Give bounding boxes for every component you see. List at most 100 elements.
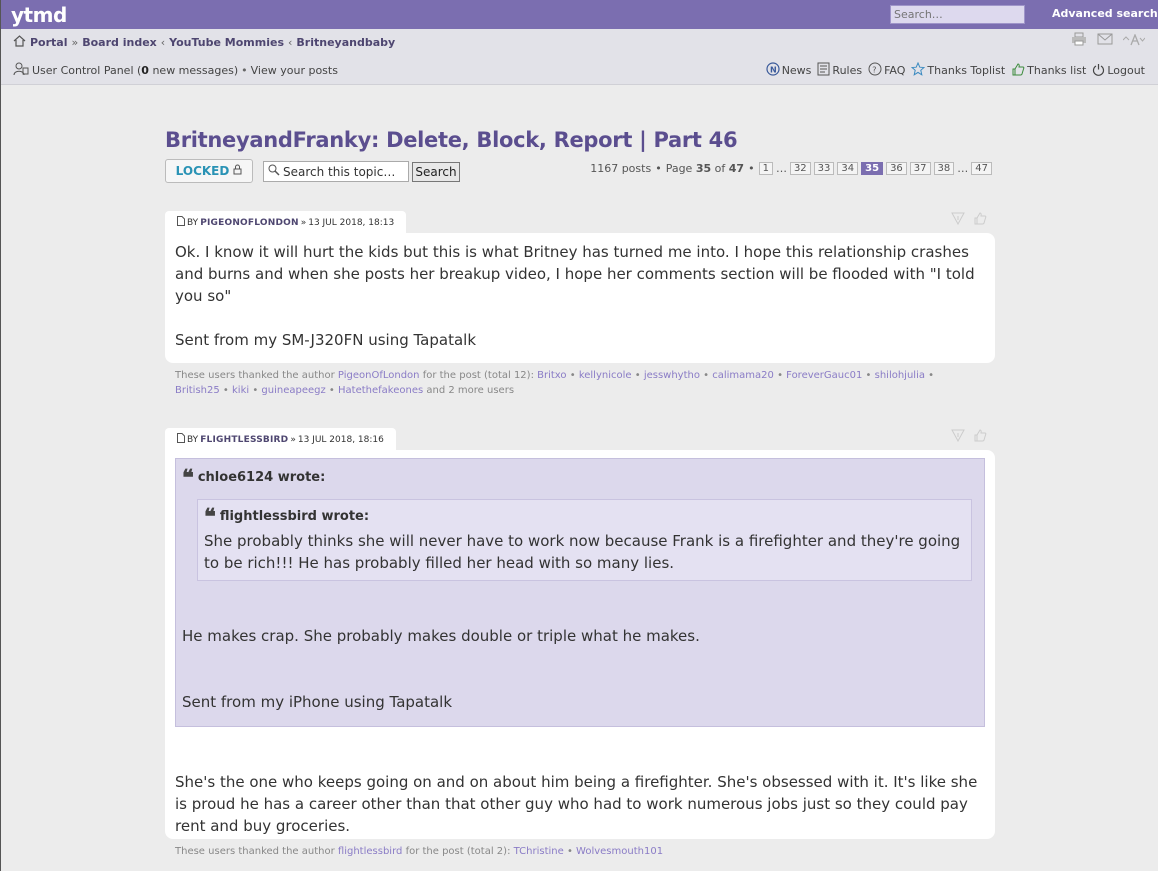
locked-label: LOCKED — [175, 164, 230, 178]
report-icon[interactable] — [951, 211, 965, 229]
page-title: BritneyandFranky: Delete, Block, Report … — [165, 128, 738, 152]
view-your-posts-link[interactable]: View your posts — [251, 64, 338, 77]
breadcrumb-portal[interactable]: Portal — [30, 36, 68, 49]
thanks-icon[interactable] — [973, 211, 987, 229]
new-messages-count: 0 — [141, 64, 149, 77]
breadcrumb-youtube-mommies[interactable]: YouTube Mommies — [169, 36, 284, 49]
page-link[interactable]: 35 — [861, 162, 884, 175]
power-icon — [1092, 63, 1105, 79]
news-link[interactable]: N News — [766, 62, 811, 79]
quote-header: ❝ flightlessbird wrote: — [204, 506, 965, 528]
locked-button[interactable]: LOCKED — [165, 159, 253, 183]
thanks-user-link[interactable]: Hatethefakeones — [338, 385, 423, 396]
faq-link[interactable]: ? FAQ — [868, 62, 905, 79]
advanced-search-link[interactable]: Advanced search — [1052, 7, 1158, 20]
bullet-separator: • — [655, 162, 662, 175]
thanks-author-link[interactable]: PigeonOfLondon — [338, 370, 420, 381]
pagination: 1167 posts • Page 35 of 47 • 1… 32 33 34 35 3… — [590, 162, 992, 175]
thanks-prefix: These users thanked the author — [175, 370, 335, 381]
thanks-list: These users thanked the author flightles… — [175, 844, 975, 859]
user-control-panel-link[interactable]: User Control Panel (0 new messages) — [32, 64, 238, 77]
page-list: 1… 32 33 34 35 36 37 38… 47 — [758, 162, 992, 175]
thanks-icon[interactable] — [973, 428, 987, 446]
thanks-user-link[interactable]: Wolvesmouth101 — [576, 846, 663, 857]
breadcrumb: Portal » Board index ‹ YouTube Mommies ‹… — [13, 35, 395, 50]
quick-links: N News Rules ? FAQ Thanks Toplist Thanks… — [766, 61, 1145, 79]
logout-link[interactable]: Logout — [1092, 63, 1145, 79]
thanks-more: and 2 more users — [426, 385, 515, 396]
nested-quote-block: ❝ flightlessbird wrote: She probably thi… — [197, 499, 972, 581]
bullet-separator: • — [773, 370, 787, 381]
page-link[interactable]: 32 — [789, 162, 811, 175]
top-bar: ytmd Advanced search — [1, 0, 1158, 29]
thanks-user-link[interactable]: kiki — [232, 385, 249, 396]
thanks-user-link[interactable]: kellynicole — [579, 370, 632, 381]
thanks-user-link[interactable]: jesswhytho — [644, 370, 700, 381]
page-link[interactable]: 37 — [909, 162, 931, 175]
quote-author: flightlessbird wrote: — [219, 509, 370, 524]
page-link[interactable]: 38 — [933, 162, 955, 175]
topic-search-button[interactable]: Search — [412, 162, 460, 182]
site-logo[interactable]: ytmd — [11, 3, 67, 27]
page-link[interactable]: 47 — [971, 162, 992, 175]
bullet-separator: • — [862, 370, 875, 381]
post-author-link[interactable]: PigeonOfLondon — [200, 218, 299, 228]
topic-tools — [1071, 32, 1146, 50]
page-total: 47 — [728, 162, 745, 175]
svg-text:?: ? — [872, 66, 876, 75]
breadcrumb-board-index[interactable]: Board index — [82, 36, 157, 49]
thanks-user-link[interactable]: British25 — [175, 385, 220, 396]
page-link[interactable]: 1 — [758, 162, 773, 175]
thanks-user-link[interactable]: Britxo — [537, 370, 566, 381]
topic-search-input[interactable]: Search this topic… — [263, 161, 409, 182]
topic-search-placeholder: Search this topic… — [283, 164, 396, 179]
date-separator: » — [290, 434, 296, 445]
post-author-link[interactable]: flightlessbird — [200, 435, 288, 445]
page-ellipsis: … — [775, 162, 787, 175]
breadcrumb-separator: ‹ — [160, 36, 166, 49]
quote-icon: ❝ — [204, 504, 216, 530]
bullet-separator: • — [325, 385, 339, 396]
svg-text:N: N — [770, 66, 777, 75]
post-content: ❝ chloe6124 wrote: ❝ flightlessbird wrot… — [165, 450, 995, 839]
thanks-list-link[interactable]: Thanks list — [1011, 62, 1086, 79]
thanks-user-link[interactable]: calimama20 — [712, 370, 774, 381]
quote-header: ❝ chloe6124 wrote: — [182, 467, 978, 489]
magnifier-icon — [268, 164, 280, 179]
breadcrumb-separator: » — [71, 36, 79, 49]
report-icon[interactable] — [951, 428, 965, 446]
quote-block: ❝ chloe6124 wrote: ❝ flightlessbird wrot… — [175, 458, 985, 727]
bullet-separator: • — [563, 846, 577, 857]
font-size-icon[interactable] — [1122, 32, 1146, 49]
bullet-separator: • — [631, 370, 644, 381]
email-icon[interactable] — [1097, 33, 1113, 49]
thanks-user-link[interactable]: ForeverGauc01 — [786, 370, 862, 381]
post-text: Ok. I know it will hurt the kids but thi… — [175, 243, 975, 305]
post-content: Ok. I know it will hurt the kids but thi… — [165, 233, 995, 363]
thanks-list-label: Thanks list — [1027, 64, 1087, 77]
post-actions — [951, 211, 987, 229]
user-bar: User Control Panel (0 new messages) • Vi… — [13, 62, 338, 79]
thanks-user-link[interactable]: TChristine — [514, 846, 564, 857]
user-icon — [13, 62, 29, 79]
search-input[interactable] — [890, 5, 1025, 24]
page-link[interactable]: 36 — [886, 162, 907, 175]
quote-signature: Sent from my iPhone using Tapatalk — [182, 693, 453, 711]
print-icon[interactable] — [1071, 32, 1087, 50]
quote-text: She probably thinks she will never have … — [204, 532, 961, 572]
thanks-user-link[interactable]: shilohjulia — [875, 370, 925, 381]
thumbs-up-icon — [1011, 62, 1025, 79]
page-link[interactable]: 33 — [813, 162, 835, 175]
breadcrumb-britneyandbaby[interactable]: Britneyandbaby — [296, 36, 395, 49]
thanks-author-link[interactable]: flightlessbird — [338, 846, 402, 857]
faq-icon: ? — [868, 62, 882, 79]
thanks-user-link[interactable]: guineapeegz — [261, 385, 325, 396]
home-icon — [13, 35, 26, 50]
thanks-toplist-link[interactable]: Thanks Toplist — [911, 61, 1005, 79]
rules-link[interactable]: Rules — [817, 62, 862, 79]
page-link[interactable]: 34 — [837, 162, 859, 175]
rules-icon — [817, 62, 830, 79]
thanks-prefix: These users thanked the author — [175, 846, 335, 857]
ucp-label: User Control Panel ( — [32, 64, 142, 77]
post-date: 13 Jul 2018, 18:16 — [297, 434, 384, 445]
